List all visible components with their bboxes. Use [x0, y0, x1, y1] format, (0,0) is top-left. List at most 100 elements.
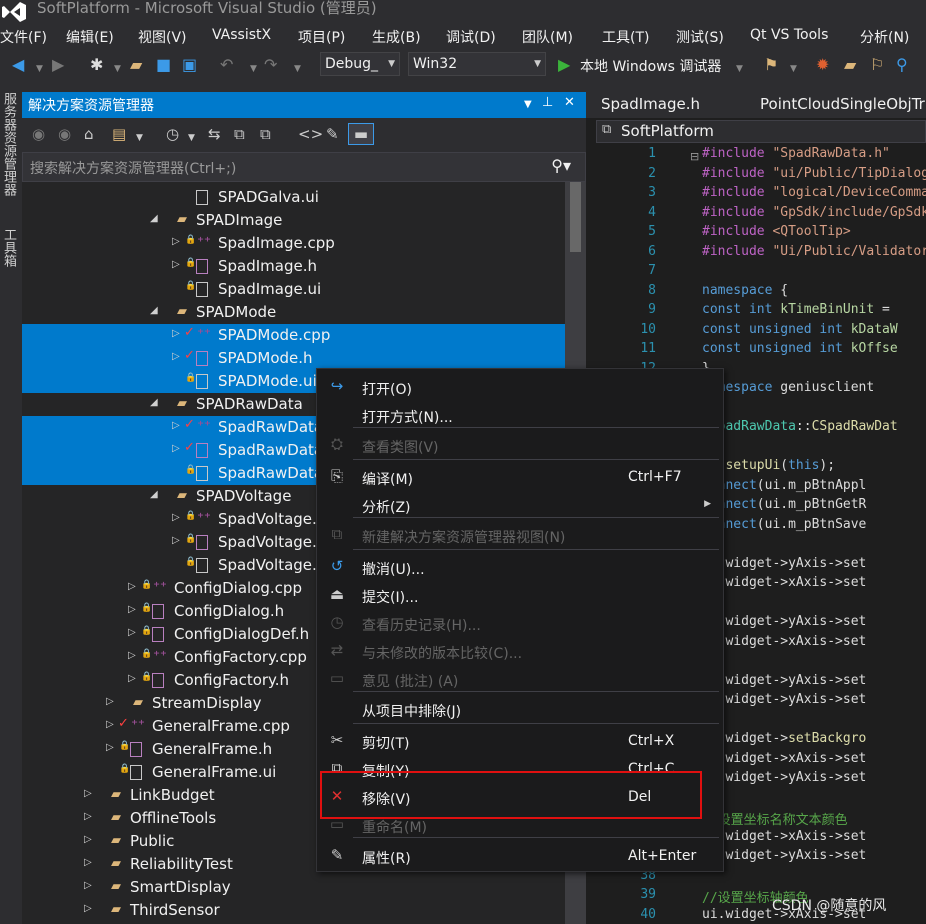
collapsed-arrow-icon[interactable]: ▷ [172, 420, 180, 431]
code-line[interactable]: ui.widget->xAxis->set [702, 634, 866, 649]
code-line[interactable]: ui.widget->xAxis->set [702, 575, 866, 590]
code-line[interactable]: ui.widget->xAxis->set [702, 751, 866, 766]
pin-icon[interactable]: ⊥ [542, 95, 553, 110]
tree-item[interactable]: ▷ ✓ SPADMode.h [22, 347, 565, 370]
save-icon[interactable]: ■ [156, 56, 171, 74]
bookmark-icon[interactable]: ⚐ [870, 56, 884, 74]
redo-toolbar-icon[interactable]: ↷ [264, 56, 277, 74]
undo-dropdown-icon[interactable]: ▼ [250, 60, 257, 78]
collapsed-arrow-icon[interactable]: ▷ [128, 604, 136, 615]
solution-explorer-search[interactable]: 搜索解决方案资源管理器(Ctrl+;) ⚲▾ [22, 152, 586, 182]
code-line[interactable]: const unsigned int kDataW [702, 322, 898, 337]
tree-item[interactable]: ▷ 🔒 ⁺⁺ SpadImage.cpp [22, 232, 565, 255]
back-dropdown-icon[interactable]: ▼ [36, 60, 43, 78]
context-menu-item[interactable]: ↪ 打开(O) [317, 373, 723, 401]
context-menu-item[interactable]: 从项目中排除(J) [317, 695, 723, 723]
tree-item[interactable]: ▷ ▰ ThirdSensor [22, 899, 565, 922]
tree-item[interactable]: 🔒 SpadImage.ui [22, 278, 565, 301]
context-menu-item[interactable]: ✎ 属性(R) Alt+Enter [317, 842, 723, 870]
collapsed-arrow-icon[interactable]: ▷ [84, 834, 92, 845]
views-dropdown-icon[interactable]: ▼ [136, 130, 143, 146]
sync-icon[interactable]: ⇆ [208, 126, 221, 142]
forward-icon[interactable]: ◉ [58, 126, 71, 142]
collapse-all-icon[interactable]: ⧉ [234, 126, 245, 142]
collapsed-arrow-icon[interactable]: ▷ [128, 581, 136, 592]
view-code-icon[interactable]: <> [298, 126, 323, 142]
search-icon[interactable]: ⚲▾ [551, 156, 571, 175]
platform-dropdown[interactable]: Win32 ▼ [408, 52, 546, 76]
code-line[interactable]: ui.widget->yAxis->set [702, 692, 866, 707]
collapsed-arrow-icon[interactable]: ▷ [128, 627, 136, 638]
menu-edit[interactable]: 编辑(E) [66, 27, 114, 47]
redo-dropdown-icon[interactable]: ▼ [294, 60, 301, 78]
configuration-dropdown[interactable]: Debug_ ▼ [320, 52, 400, 76]
tree-item[interactable]: ▷ ▰ SmartDisplay [22, 876, 565, 899]
collapsed-arrow-icon[interactable]: ▷ [172, 351, 180, 362]
play-icon[interactable]: ▶ [558, 56, 570, 74]
collapsed-arrow-icon[interactable]: ▷ [106, 696, 114, 707]
code-line[interactable]: const unsigned int kOffse [702, 341, 898, 356]
new-dropdown-icon[interactable]: ▼ [114, 60, 121, 78]
bug-icon[interactable]: ✹ [816, 56, 829, 74]
menu-vassistx[interactable]: VAssistX [212, 27, 271, 43]
switch-views-icon[interactable]: ▤ [112, 126, 126, 142]
show-all-files-icon[interactable]: ⧉ [260, 126, 271, 142]
code-line[interactable]: #include "GpSdk/include/GpSdk [702, 205, 926, 220]
save-all-icon[interactable]: ▣ [182, 56, 197, 74]
menu-build[interactable]: 生成(B) [372, 27, 421, 47]
tab-pointcloud[interactable]: PointCloudSingleObjTr [760, 95, 925, 113]
menu-project[interactable]: 项目(P) [298, 27, 345, 47]
editor-project-nav[interactable]: ⧉ SoftPlatform [596, 120, 926, 143]
menu-tools[interactable]: 工具(T) [602, 27, 649, 47]
collapsed-arrow-icon[interactable]: ▷ [84, 880, 92, 891]
code-line[interactable]: #include "logical/DeviceComma [702, 185, 926, 200]
tree-item[interactable]: ◢ ▰ SPADMode [22, 301, 565, 324]
properties-wrench-icon[interactable]: ✎ [326, 126, 339, 142]
menu-view[interactable]: 视图(V) [138, 27, 187, 47]
search-input[interactable]: 搜索解决方案资源管理器(Ctrl+;) [30, 158, 236, 178]
expanded-arrow-icon[interactable]: ◢ [150, 489, 158, 500]
open-folder-icon[interactable]: ▰ [130, 56, 142, 74]
menu-team[interactable]: 团队(M) [522, 27, 573, 47]
close-icon[interactable]: ✕ [564, 95, 575, 110]
menu-test[interactable]: 测试(S) [676, 27, 724, 47]
code-line[interactable]: connect(ui.m_pBtnAppl [702, 478, 866, 493]
collapsed-arrow-icon[interactable]: ▷ [128, 673, 136, 684]
collapsed-arrow-icon[interactable]: ▷ [84, 811, 92, 822]
code-line[interactable]: ui.widget->xAxis->set [702, 829, 866, 844]
code-line[interactable]: CSpadRawData::CSpadRawDat [702, 419, 898, 434]
home-icon[interactable]: ⌂ [84, 126, 94, 142]
collapsed-arrow-icon[interactable]: ▷ [106, 742, 114, 753]
find-files-icon[interactable]: ⚑ [764, 56, 778, 74]
filter-dropdown-icon[interactable]: ▼ [188, 130, 195, 146]
collapsed-arrow-icon[interactable]: ▷ [106, 719, 114, 730]
undo-toolbar-icon[interactable]: ↶ [220, 56, 233, 74]
collapsed-arrow-icon[interactable]: ▷ [172, 236, 180, 247]
tab-spadimage-h[interactable]: SpadImage.h [601, 95, 700, 113]
code-line[interactable]: namespace geniusclient [702, 380, 874, 395]
menu-qt-vs-tools[interactable]: Qt VS Tools [750, 27, 828, 43]
collapsed-arrow-icon[interactable]: ▷ [172, 512, 180, 523]
code-line[interactable]: ui.widget->yAxis->set [702, 556, 866, 571]
collapsed-arrow-icon[interactable]: ▷ [172, 535, 180, 546]
context-menu-item[interactable]: ⏏ 提交(I)... [317, 581, 723, 609]
code-line[interactable]: namespace { [702, 283, 788, 298]
toolbox-tab[interactable]: 工具箱 [1, 228, 16, 267]
collapsed-arrow-icon[interactable]: ▷ [172, 259, 180, 270]
folder-icon[interactable]: ▰ [844, 56, 856, 74]
tree-item[interactable]: ▷ 🔒 SpadImage.h [22, 255, 565, 278]
back-icon[interactable]: ◀ [12, 56, 24, 74]
code-line[interactable]: #include "SpadRawData.h" [702, 146, 890, 161]
context-menu-item[interactable]: 分析(Z) ▶ [317, 491, 723, 519]
collapsed-arrow-icon[interactable]: ▷ [84, 857, 92, 868]
expanded-arrow-icon[interactable]: ◢ [150, 305, 158, 316]
expanded-arrow-icon[interactable]: ◢ [150, 213, 158, 224]
code-line[interactable]: #include "ui/Public/TipDialog [702, 166, 926, 181]
collapse-toggle-icon[interactable]: ⊟ [690, 150, 699, 163]
context-menu-item[interactable]: 打开方式(N)... [317, 401, 723, 429]
server-explorer-tab[interactable]: 服务器资源管理器 [1, 92, 16, 196]
context-menu-item[interactable]: ↺ 撤消(U)... [317, 553, 723, 581]
code-line[interactable]: connect(ui.m_pBtnSave [702, 517, 866, 532]
tree-item[interactable]: ▷ ✓ ⁺⁺ SPADMode.cpp [22, 324, 565, 347]
code-line[interactable]: const int kTimeBinUnit = [702, 302, 890, 317]
